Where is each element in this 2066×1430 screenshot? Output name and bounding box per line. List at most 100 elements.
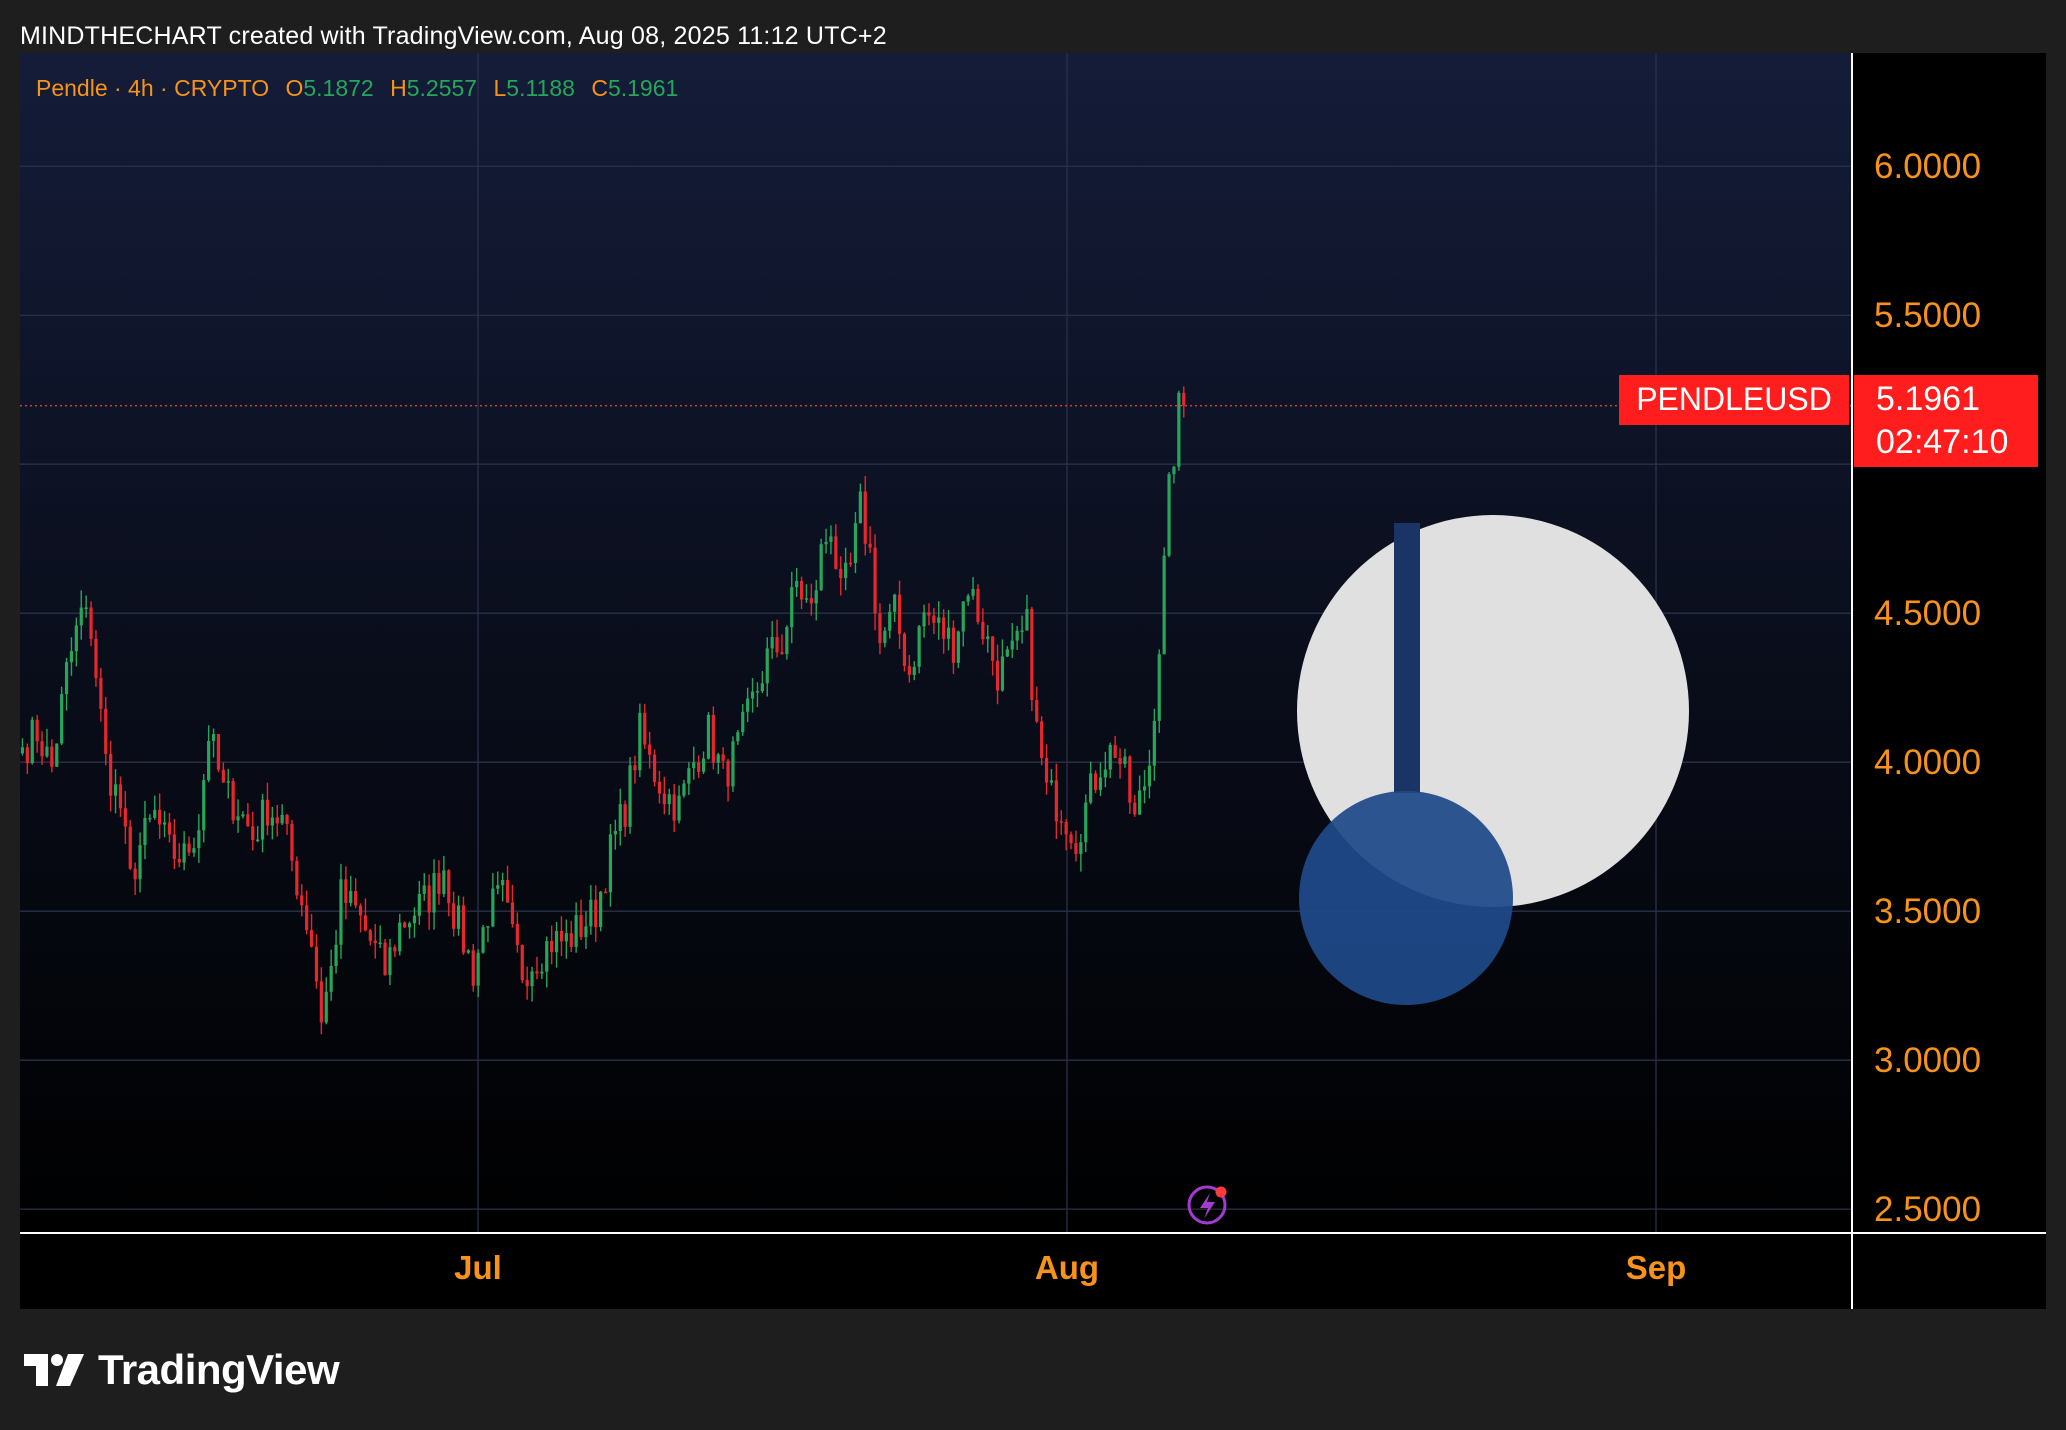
candle-body: [1089, 773, 1093, 803]
candle-body: [829, 536, 833, 542]
candle-body: [45, 746, 49, 757]
candle-body: [461, 905, 466, 953]
candle-body: [716, 754, 720, 763]
candle-body: [471, 950, 475, 986]
candle-body: [251, 826, 255, 840]
candle-body: [324, 991, 328, 1023]
candle-body: [780, 652, 784, 655]
candle-body: [927, 612, 931, 616]
candle-body: [721, 754, 725, 761]
candle-body: [260, 799, 265, 840]
candle-body: [1133, 802, 1137, 815]
candle-body: [1128, 756, 1132, 803]
candle-body: [118, 784, 123, 809]
candle-body: [883, 630, 887, 644]
candle-body: [868, 543, 872, 548]
candle-body: [731, 741, 735, 787]
candle-body: [211, 734, 216, 741]
chart-panel[interactable]: 6.0000 5.5000 4.5000 4.0000 3.5000 3.0000 2.50…: [20, 53, 2046, 1309]
candle-body: [1157, 654, 1161, 721]
candle-body: [329, 966, 333, 992]
candle-body: [314, 946, 319, 982]
price-axis[interactable]: 6.0000 5.5000 4.5000 4.0000 3.5000 3.0000 2.50…: [1874, 147, 1981, 1229]
candle-body: [1118, 758, 1122, 765]
candle-body: [711, 714, 715, 763]
candle-body: [388, 947, 392, 976]
candle-body: [834, 536, 838, 569]
time-axis[interactable]: Jul Aug Sep: [454, 1249, 1686, 1286]
candle-body: [383, 942, 387, 976]
candle-body: [207, 740, 211, 781]
candle-body: [1074, 843, 1078, 855]
candle-body: [951, 627, 956, 663]
candle-body: [295, 860, 299, 896]
candle-body: [848, 562, 853, 565]
candle-body: [466, 950, 470, 953]
candle-body: [667, 794, 671, 805]
candle-body: [844, 562, 848, 579]
candle-body: [373, 940, 377, 944]
candle-body: [447, 870, 451, 904]
candle-body: [942, 617, 946, 639]
price-chart[interactable]: 6.0000 5.5000 4.5000 4.0000 3.5000 3.0000 2.50…: [20, 53, 2046, 1309]
candle-body: [187, 843, 191, 853]
candle-body: [643, 712, 647, 745]
tradingview-logo-text: TradingView: [98, 1346, 340, 1393]
candle-body: [893, 594, 897, 612]
candle-body: [530, 971, 534, 987]
candle-body: [897, 594, 902, 634]
candle-body: [133, 868, 137, 880]
x-tick-label: Jul: [454, 1249, 502, 1286]
legend-low-value: 5.1188: [506, 75, 575, 101]
candle-body: [1162, 555, 1166, 655]
candle-body: [358, 905, 363, 916]
candle-body: [1005, 649, 1009, 657]
candle-body: [888, 611, 892, 631]
candle-body: [319, 981, 323, 1023]
candle-body: [981, 621, 985, 640]
candle-body: [736, 732, 740, 742]
candle-body: [182, 843, 186, 863]
candle-body: [873, 547, 877, 614]
candle-body: [407, 923, 412, 928]
candle-body: [40, 741, 44, 757]
candle-body: [64, 662, 69, 695]
x-tick-label: Aug: [1035, 1249, 1099, 1286]
candle-body: [202, 780, 206, 831]
candle-body: [89, 607, 93, 639]
candle-body: [344, 879, 348, 904]
candle-body: [94, 638, 98, 679]
candle-body: [69, 651, 74, 663]
last-price-label: 5.1961: [1876, 380, 1980, 418]
candle-body: [300, 895, 304, 906]
candle-body: [60, 694, 64, 744]
candle-body: [1079, 842, 1083, 855]
candle-body: [280, 814, 284, 824]
candle-body: [452, 903, 456, 929]
candle-body: [824, 541, 828, 545]
tradingview-logo[interactable]: TradingView: [24, 1346, 340, 1393]
y-tick-label: 3.0000: [1874, 1041, 1981, 1080]
candle-body: [574, 915, 578, 947]
candle-body: [167, 822, 172, 835]
candle-body: [231, 781, 235, 821]
candle-body: [755, 691, 760, 693]
candle-body: [628, 765, 632, 827]
candle-body: [393, 947, 397, 952]
candle-body: [128, 826, 132, 869]
candle-body: [971, 589, 975, 596]
candle-body: [109, 753, 113, 796]
y-tick-label: 3.5000: [1874, 892, 1981, 931]
candle-body: [554, 930, 559, 953]
candle-body: [594, 899, 598, 928]
candle-body: [417, 893, 421, 916]
bar-countdown-label: 02:47:10: [1876, 423, 2008, 461]
candle-body: [1025, 608, 1029, 631]
candle-body: [515, 923, 519, 945]
watermark-bar: [1394, 523, 1420, 793]
candle-body: [398, 922, 402, 952]
candle-body: [775, 636, 779, 653]
candle-body: [1177, 392, 1181, 467]
candle-body: [432, 873, 436, 913]
candle-body: [1000, 656, 1005, 691]
